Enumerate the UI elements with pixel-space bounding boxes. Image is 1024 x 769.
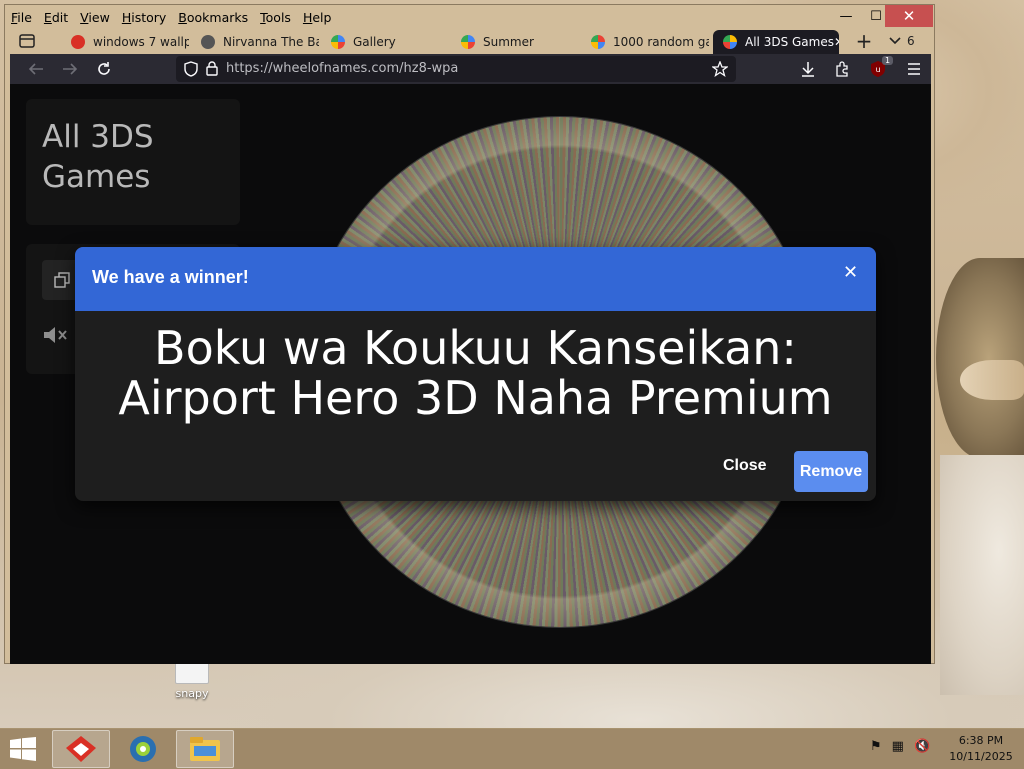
dialog-header: We have a winner! ✕ [75,247,876,311]
desktop-icon-snapy[interactable]: snapy [168,660,216,700]
menu-tools[interactable]: Tools [260,10,291,25]
app-red-icon [66,736,96,762]
tab-label: 1000 random gar [613,35,709,49]
url-text[interactable]: https://wheelofnames.com/hz8-wpa [226,61,458,76]
forward-button[interactable] [58,58,82,80]
back-icon [28,63,43,75]
extension-badge: 1 [882,56,894,65]
download-icon [802,62,814,77]
shield-icon[interactable] [184,61,198,77]
desktop-icon-label: snapy [175,687,209,700]
new-tab-button[interactable]: + [852,29,876,53]
wheel-title: All 3DS Games [42,119,154,195]
tab-favicon-icon [461,35,475,49]
dialog-title: We have a winner! [92,267,249,287]
reload-button[interactable] [92,58,116,80]
wallpaper-ram-horn [936,258,1024,458]
tab-summer[interactable]: Summer [451,30,579,54]
tab-count: 6 [907,34,915,48]
system-tray: ⚑ ▦ 🔇 [870,739,930,754]
windows-logo-icon [10,737,36,761]
tab-favicon-icon [591,35,605,49]
menu-file[interactable]: File [11,10,32,25]
copy-icon [54,272,70,288]
tab-all-3ds-games[interactable]: All 3DS Games ✕ [713,30,839,54]
clock-time: 6:38 PM [958,734,1004,747]
tab-1000-random-games[interactable]: 1000 random gar [581,30,709,54]
tab-favicon-icon [331,35,345,49]
browser-window: File Edit View History Bookmarks Tools H… [4,4,935,664]
close-dialog-icon[interactable]: ✕ [843,262,858,283]
star-icon[interactable] [712,61,728,77]
chevron-down-icon [889,37,901,45]
forward-icon [63,63,78,75]
browser-globe-icon [130,736,156,762]
tab-favicon-icon [201,35,215,49]
wallpaper-horn-tip [960,360,1024,400]
tab-windows7-wallpaper[interactable]: windows 7 wallpa [61,30,189,54]
menu-bar: File Edit View History Bookmarks Tools H… [11,7,331,27]
tab-overview-icon [19,34,35,48]
tab-label: Summer [483,35,534,49]
start-button[interactable] [8,737,38,761]
menu-view[interactable]: View [80,10,110,25]
tab-favicon-icon [71,35,85,49]
menu-icon [908,63,920,75]
clock[interactable]: 6:38 PM 10/11/2025 [945,733,1017,765]
tab-list-button[interactable]: 6 [889,30,915,52]
extensions-icon [836,61,848,77]
action-center-flag-icon[interactable]: ⚑ [870,739,882,754]
tab-label: windows 7 wallpa [93,35,189,49]
taskbar-file-explorer[interactable] [176,730,234,768]
close-window-button[interactable]: ✕ [885,5,933,27]
speaker-muted-icon [44,327,67,343]
taskbar-browser[interactable] [114,730,172,768]
winner-name: Boku wa Koukuu Kanseikan: Airport Hero 3… [118,321,833,425]
wallpaper-fleece [940,455,1024,695]
close-button[interactable]: Close [723,457,767,475]
menu-edit[interactable]: Edit [44,10,68,25]
back-button[interactable] [24,58,48,80]
list-all-tabs-button[interactable] [15,30,39,52]
menu-history[interactable]: History [122,10,166,25]
tab-strip: windows 7 wallpa Nirvanna The Ba Gallery… [9,27,931,54]
clock-date: 10/11/2025 [949,750,1013,763]
remove-button[interactable]: Remove [794,451,868,492]
tab-nirvanna[interactable]: Nirvanna The Ba [191,30,319,54]
taskbar: ⚑ ▦ 🔇 6:38 PM 10/11/2025 [0,728,1024,769]
address-bar[interactable]: https://wheelofnames.com/hz8-wpa [176,56,736,82]
file-explorer-icon [190,737,220,761]
volume-muted-icon[interactable]: 🔇 [914,739,930,754]
reload-icon [98,62,110,75]
downloads-button[interactable] [796,58,820,80]
close-tab-icon[interactable]: ✕ [834,35,839,49]
menu-bookmarks[interactable]: Bookmarks [178,10,248,25]
network-icon[interactable]: ▦ [892,739,904,754]
lock-icon[interactable] [206,61,218,76]
mute-button[interactable] [42,324,68,351]
tab-gallery[interactable]: Gallery [321,30,449,54]
wheel-title-card: All 3DS Games [26,99,240,225]
extensions-button[interactable] [830,58,854,80]
navigation-toolbar: https://wheelofnames.com/hz8-wpa u 1 [10,54,931,84]
app-menu-button[interactable] [902,58,926,80]
winner-dialog: We have a winner! ✕ Boku wa Koukuu Kanse… [75,247,876,501]
svg-text:u: u [875,65,880,74]
taskbar-app-red[interactable] [52,730,110,768]
menu-help[interactable]: Help [303,10,332,25]
tab-label: Nirvanna The Ba [223,35,319,49]
tab-favicon-icon [723,35,737,49]
tab-label: Gallery [353,35,396,49]
page-content: All 3DS Games We have a winner! ✕ Boku w… [10,84,931,664]
tab-label: All 3DS Games [745,35,834,49]
